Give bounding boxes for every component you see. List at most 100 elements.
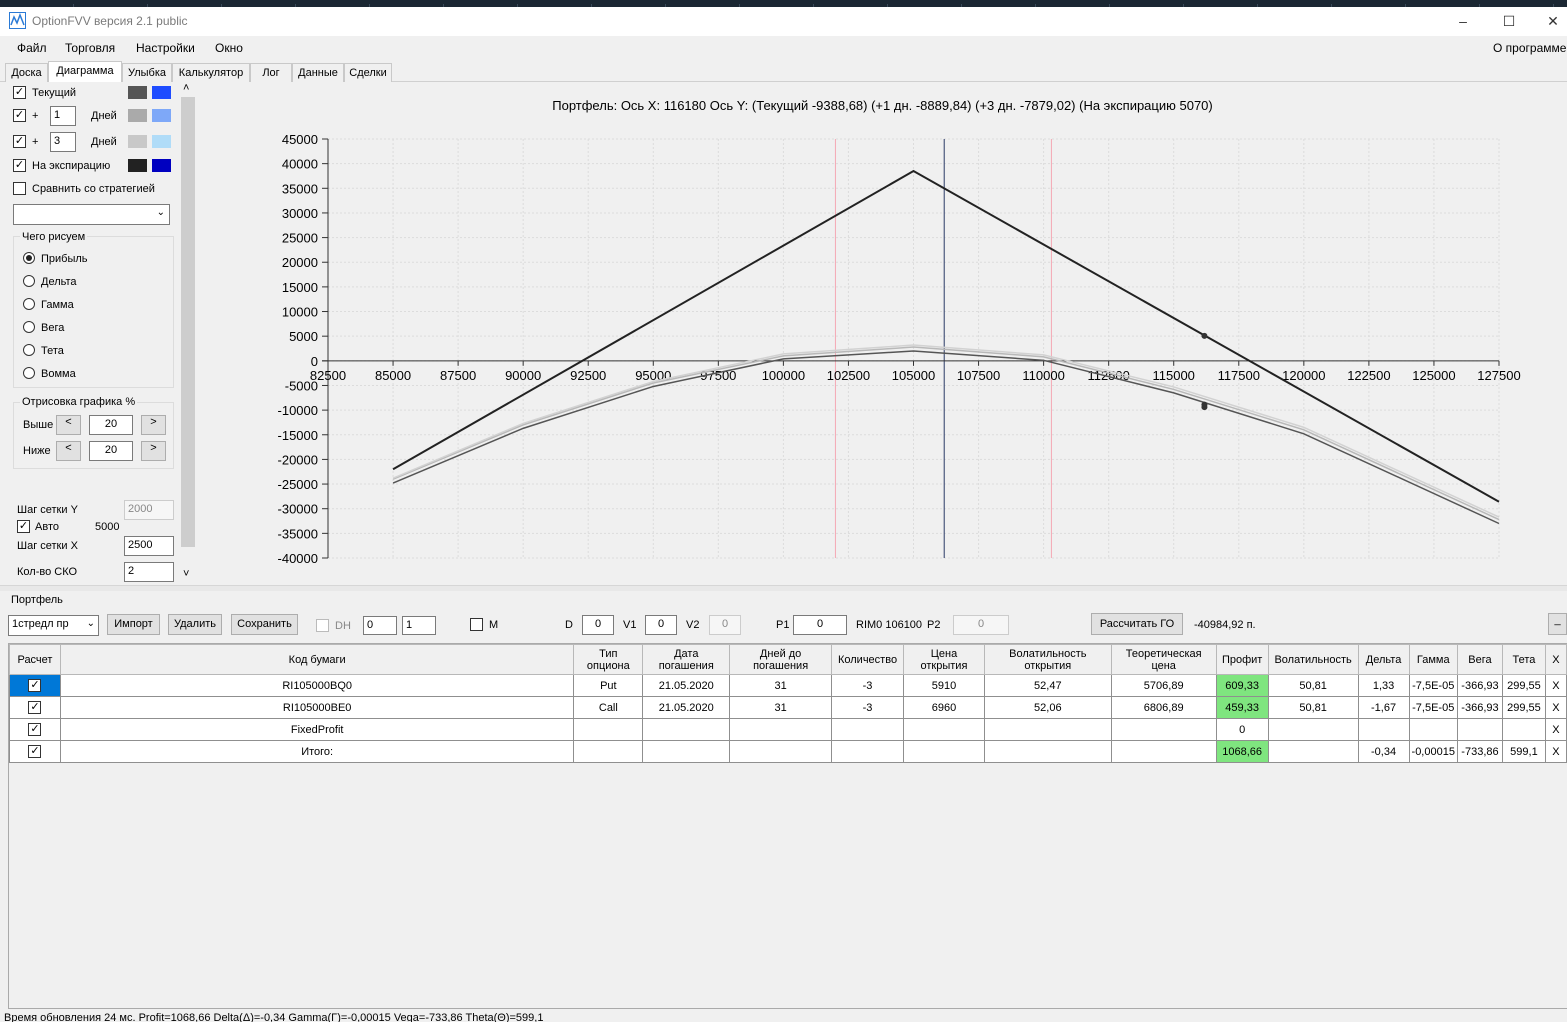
column-header[interactable]: Волатильность bbox=[1267, 644, 1359, 675]
menu-about[interactable]: О программе bbox=[1493, 41, 1566, 55]
table-cell[interactable]: 5910 bbox=[903, 674, 985, 697]
table-cell[interactable]: -3 bbox=[831, 674, 905, 697]
table-cell[interactable]: 1,33 bbox=[1357, 674, 1410, 697]
calculate-margin-button[interactable]: Рассчитать ГО bbox=[1091, 613, 1183, 635]
tab-smile[interactable]: Улыбка bbox=[122, 63, 172, 82]
table-cell[interactable]: -3 bbox=[831, 696, 905, 719]
table-cell[interactable] bbox=[642, 740, 731, 763]
current-color-swatch[interactable] bbox=[128, 86, 147, 99]
below-increase-button[interactable]: > bbox=[141, 441, 166, 461]
dh-checkbox[interactable] bbox=[316, 619, 329, 632]
radio-delta[interactable] bbox=[23, 275, 35, 287]
tab-diagram[interactable]: Диаграмма bbox=[48, 61, 122, 82]
tab-calculator[interactable]: Калькулятор bbox=[172, 63, 250, 82]
table-row[interactable]: ✓ Итого: 1068,66 -0,34 -0,00015 -733,86 599,1 X bbox=[9, 740, 1567, 763]
expiry-color-swatch[interactable] bbox=[128, 159, 147, 172]
below-decrease-button[interactable]: < bbox=[56, 441, 81, 461]
day3-color-swatch-alt[interactable] bbox=[152, 135, 171, 148]
table-cell[interactable]: 21.05.2020 bbox=[642, 674, 731, 697]
table-cell[interactable]: 299,55 bbox=[1501, 674, 1546, 697]
radio-profit[interactable] bbox=[23, 252, 35, 264]
table-cell[interactable]: 21.05.2020 bbox=[642, 696, 731, 719]
table-cell[interactable]: -733,86 bbox=[1456, 740, 1503, 763]
remove-row-button[interactable]: X bbox=[1544, 696, 1567, 719]
table-cell[interactable] bbox=[831, 718, 905, 741]
day3-color-swatch[interactable] bbox=[128, 135, 147, 148]
calc-checkbox[interactable]: ✓ bbox=[28, 745, 42, 758]
compare-checkbox[interactable] bbox=[13, 182, 26, 195]
table-row[interactable]: ✓ RI105000BE0 Call 21.05.2020 31 -3 6960 52,06 6… bbox=[9, 696, 1567, 719]
day1-color-swatch-alt[interactable] bbox=[152, 109, 171, 122]
table-cell[interactable] bbox=[729, 718, 833, 741]
table-cell[interactable] bbox=[983, 718, 1112, 741]
column-header[interactable]: Дельта bbox=[1357, 644, 1410, 675]
table-cell[interactable]: 5706,89 bbox=[1110, 674, 1217, 697]
column-header[interactable]: Профит bbox=[1215, 644, 1269, 675]
remove-row-button[interactable]: X bbox=[1544, 718, 1567, 741]
above-input[interactable]: 20 bbox=[89, 415, 133, 435]
table-cell[interactable]: 31 bbox=[729, 674, 833, 697]
table-cell[interactable]: -366,93 bbox=[1456, 674, 1503, 697]
auto-checkbox[interactable]: ✓ bbox=[17, 520, 30, 533]
column-header[interactable]: Волатильность открытия bbox=[983, 644, 1112, 675]
settings-scrollbar[interactable]: ˄ ˅ bbox=[180, 82, 196, 585]
expiry-checkbox[interactable]: ✓ bbox=[13, 159, 26, 172]
p2-input[interactable]: 0 bbox=[953, 615, 1009, 635]
table-cell[interactable]: RI105000BE0 bbox=[59, 696, 575, 719]
table-cell[interactable]: -366,93 bbox=[1456, 696, 1503, 719]
column-header[interactable]: Расчет bbox=[9, 644, 61, 675]
expiry-color-swatch-alt[interactable] bbox=[152, 159, 171, 172]
table-cell[interactable]: Call bbox=[573, 696, 644, 719]
table-cell[interactable]: -0,34 bbox=[1357, 740, 1410, 763]
scroll-up-icon[interactable]: ˄ bbox=[183, 82, 189, 94]
tab-deals[interactable]: Сделки bbox=[344, 63, 392, 82]
close-icon[interactable]: ✕ bbox=[1543, 12, 1563, 30]
column-header[interactable]: Код бумаги bbox=[59, 644, 575, 675]
table-row[interactable]: ✓ FixedProfit 0 X bbox=[9, 718, 1567, 741]
calc-checkbox-cell[interactable]: ✓ bbox=[9, 696, 61, 719]
radio-vega[interactable] bbox=[23, 321, 35, 333]
table-cell[interactable] bbox=[903, 718, 985, 741]
table-cell[interactable]: 31 bbox=[729, 696, 833, 719]
table-cell[interactable]: Итого: bbox=[59, 740, 575, 763]
table-cell[interactable] bbox=[1267, 740, 1359, 763]
current-color-swatch-alt[interactable] bbox=[152, 86, 171, 99]
column-header[interactable]: Вега bbox=[1456, 644, 1503, 675]
menu-window[interactable]: Окно bbox=[215, 41, 243, 55]
calc-checkbox[interactable]: ✓ bbox=[28, 723, 42, 736]
remove-row-button[interactable]: X bbox=[1544, 740, 1567, 763]
calc-checkbox[interactable]: ✓ bbox=[28, 679, 42, 692]
column-header[interactable]: Количество bbox=[831, 644, 905, 675]
dh-spinner-2[interactable]: 1 bbox=[402, 616, 436, 635]
table-cell[interactable] bbox=[1357, 718, 1410, 741]
table-cell[interactable]: -7,5E-05 bbox=[1408, 674, 1458, 697]
table-cell[interactable] bbox=[1110, 740, 1217, 763]
p1-input[interactable]: 0 bbox=[793, 615, 847, 635]
table-cell[interactable]: RI105000BQ0 bbox=[59, 674, 575, 697]
table-cell[interactable]: 0 bbox=[1215, 718, 1269, 741]
table-cell[interactable]: 50,81 bbox=[1267, 674, 1359, 697]
above-increase-button[interactable]: > bbox=[141, 415, 166, 435]
remove-row-button[interactable]: X bbox=[1544, 674, 1567, 697]
scrollbar-thumb[interactable] bbox=[181, 97, 195, 547]
minimize-icon[interactable]: – bbox=[1453, 12, 1473, 30]
grid-x-input[interactable]: 2500 bbox=[124, 536, 174, 556]
table-cell[interactable] bbox=[1456, 718, 1503, 741]
table-cell[interactable] bbox=[1267, 718, 1359, 741]
extra-button[interactable]: _ bbox=[1548, 613, 1567, 635]
tab-data[interactable]: Данные bbox=[292, 63, 344, 82]
column-header[interactable]: Дней до погашения bbox=[729, 644, 833, 675]
d-input[interactable]: 0 bbox=[582, 615, 614, 635]
day1-color-swatch[interactable] bbox=[128, 109, 147, 122]
table-cell[interactable]: -7,5E-05 bbox=[1408, 696, 1458, 719]
radio-gamma[interactable] bbox=[23, 298, 35, 310]
table-cell[interactable]: 6806,89 bbox=[1110, 696, 1217, 719]
v2-input[interactable]: 0 bbox=[709, 615, 741, 635]
calc-checkbox-cell[interactable]: ✓ bbox=[9, 718, 61, 741]
calc-checkbox[interactable]: ✓ bbox=[28, 701, 42, 714]
table-cell[interactable]: 599,1 bbox=[1501, 740, 1546, 763]
grid-y-input[interactable]: 2000 bbox=[124, 500, 174, 520]
table-cell[interactable] bbox=[903, 740, 985, 763]
table-cell[interactable]: 52,47 bbox=[983, 674, 1112, 697]
column-header[interactable]: X bbox=[1544, 644, 1567, 675]
